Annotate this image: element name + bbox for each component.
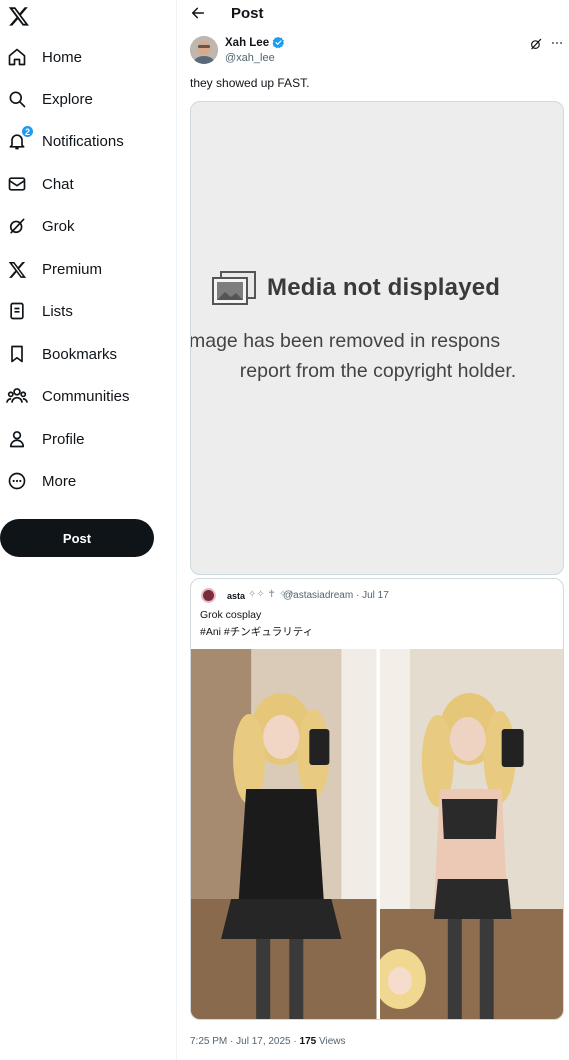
quoted-handle-date: @astasiadream · Jul 17 (283, 590, 389, 601)
sidebar: Home Explore 2 Notifications Chat Grok P… (0, 0, 177, 1060)
nav-bookmarks-label: Bookmarks (42, 345, 118, 363)
back-arrow-icon[interactable] (190, 5, 206, 21)
envelope-icon (6, 173, 28, 195)
nav-home[interactable]: Home (6, 39, 82, 75)
post-timestamp: 7:25 PM · Jul 17, 2025 · 175 Views (190, 1036, 345, 1047)
nav-profile[interactable]: Profile (6, 421, 85, 457)
nav-lists-label: Lists (42, 302, 73, 320)
grok-icon (6, 215, 28, 237)
cosplay-photo-left[interactable] (191, 649, 377, 1019)
person-icon (6, 428, 28, 450)
quoted-author-name: asta (227, 591, 246, 601)
quoted-text-line-1: Grok cosplay (200, 609, 262, 621)
nav-bookmarks[interactable]: Bookmarks (6, 336, 117, 372)
main-column: Post Xah Lee @xah_lee they showed up FAS… (178, 0, 569, 1060)
x-logo-icon[interactable] (8, 5, 30, 27)
grok-icon[interactable] (529, 37, 543, 51)
more-circle-icon (6, 470, 28, 492)
nav-more[interactable]: More (6, 463, 76, 499)
nav-lists[interactable]: Lists (6, 293, 73, 329)
nav-premium-label: Premium (42, 260, 103, 278)
author-avatar[interactable] (190, 36, 218, 64)
home-icon (6, 46, 28, 68)
people-icon (6, 385, 28, 407)
nav-communities-label: Communities (42, 387, 130, 405)
notification-count-badge: 2 (21, 125, 34, 138)
quoted-author-avatar (201, 588, 216, 603)
post-time-date: 7:25 PM · Jul 17, 2025 · (190, 1036, 300, 1047)
page-title: Post (231, 5, 264, 22)
quoted-text-line-2: #Ani #チンギュラリティ (200, 626, 314, 638)
x-logo-icon (6, 258, 28, 280)
nav-chat[interactable]: Chat (6, 166, 74, 202)
more-options-icon[interactable] (550, 36, 564, 50)
page-header: Post (178, 0, 569, 28)
views-label: Views (316, 1036, 346, 1047)
nav-more-label: More (42, 472, 77, 490)
media-heading: Media not displayed (267, 274, 501, 301)
nav-chat-label: Chat (42, 175, 74, 193)
nav-grok[interactable]: Grok (6, 208, 75, 244)
author-handle[interactable]: @xah_lee (225, 52, 275, 64)
media-notice-line-2: report from the copyright holder. (239, 360, 517, 382)
nav-communities[interactable]: Communities (6, 378, 130, 414)
views-count: 175 (299, 1036, 317, 1047)
nav-grok-label: Grok (42, 217, 75, 235)
media-notice-line-1: mage has been removed in respons (190, 330, 501, 352)
quoted-post[interactable]: asta ✧✧ ✝ ✧✧ @astasiadream · Jul 17 Grok… (190, 578, 564, 1020)
nav-profile-label: Profile (42, 430, 85, 448)
quoted-photos (191, 649, 563, 1019)
verified-badge-icon (272, 36, 285, 49)
nav-explore[interactable]: Explore (6, 81, 93, 117)
cosplay-photo-right[interactable] (379, 649, 563, 1019)
bell-icon: 2 (6, 125, 34, 152)
nav-notifications-label: Notifications (42, 132, 124, 150)
nav-premium[interactable]: Premium (6, 251, 102, 287)
tweet-text: they showed up FAST. (190, 76, 310, 90)
nav-explore-label: Explore (42, 90, 93, 108)
nav-home-label: Home (42, 48, 83, 66)
post-button[interactable]: Post (0, 519, 154, 557)
image-placeholder-icon (212, 271, 256, 305)
bookmark-icon (6, 343, 28, 365)
search-icon (6, 88, 28, 110)
media-not-displayed-card: Media not displayed mage has been remove… (190, 101, 564, 575)
author-name[interactable]: Xah Lee (225, 36, 285, 49)
author-name-text: Xah Lee (225, 36, 270, 49)
list-icon (6, 300, 28, 322)
nav-notifications[interactable]: 2 Notifications (6, 123, 124, 159)
